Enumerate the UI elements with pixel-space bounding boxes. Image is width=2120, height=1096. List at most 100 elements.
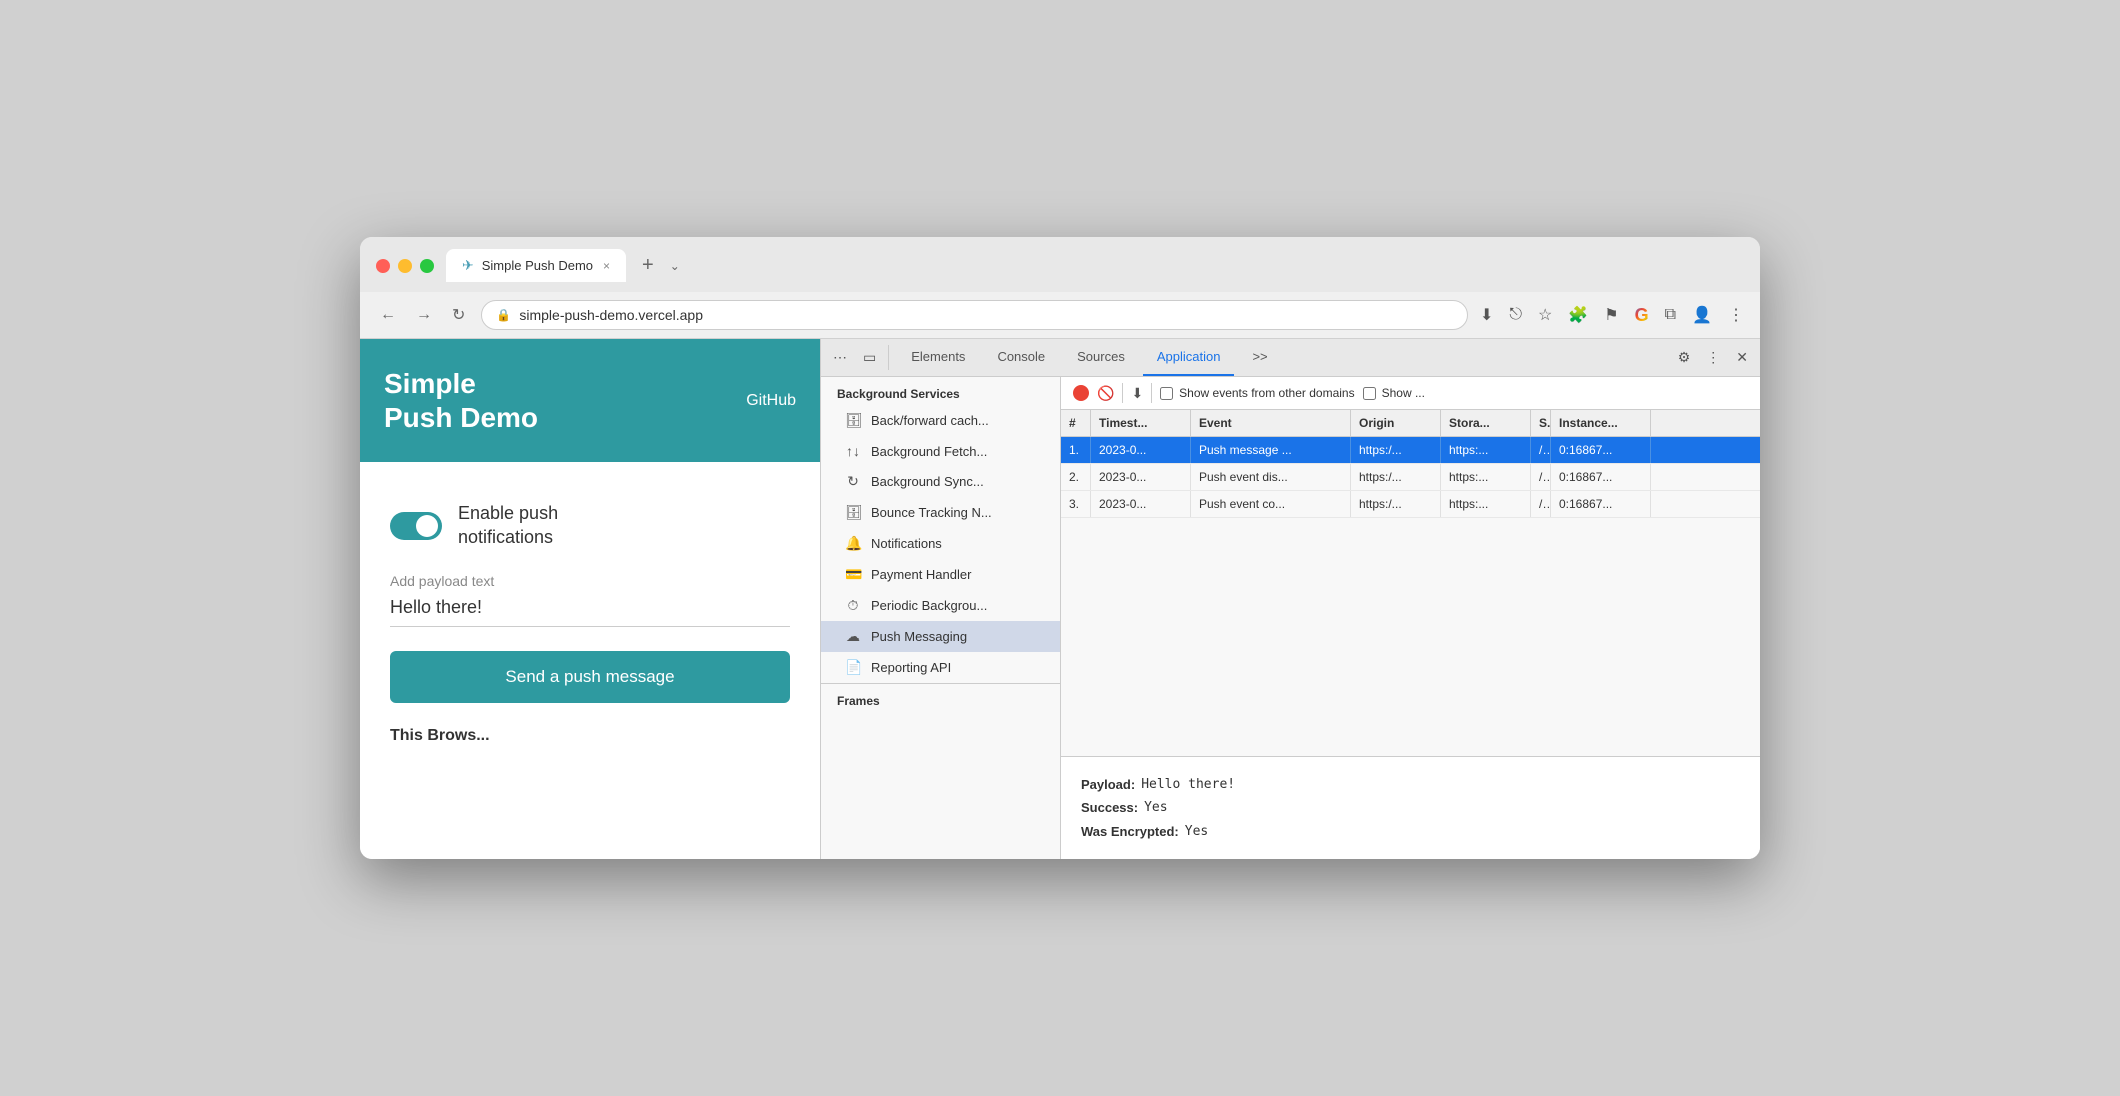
devtools-tabs: ⋯ ▭ Elements Console Sources Application…: [821, 339, 1760, 377]
new-tab-button[interactable]: +: [634, 250, 662, 281]
table-row[interactable]: 1. 2023-0... Push message ... https:/...…: [1061, 437, 1760, 464]
sidebar-item-notifications[interactable]: 🔔 Notifications: [821, 528, 1060, 559]
extensions-icon[interactable]: 🧩: [1568, 305, 1588, 325]
close-button[interactable]: [376, 259, 390, 273]
toggle-label: Enable push notifications: [458, 502, 558, 549]
bookmark-icon[interactable]: ☆: [1538, 305, 1552, 325]
cell-storage: https:...: [1441, 464, 1531, 490]
send-push-button[interactable]: Send a push message: [390, 651, 790, 703]
sidebar-item-push-messaging[interactable]: ☁ Push Messaging: [821, 621, 1060, 652]
devtools-events-toolbar: 🚫 ⬇ Show events from other domains Show …: [1061, 377, 1760, 410]
show-other-checkbox[interactable]: [1363, 387, 1376, 400]
cell-event: Push event co...: [1191, 491, 1351, 517]
flag-icon[interactable]: ⚑: [1604, 305, 1618, 325]
tab-close-button[interactable]: ×: [603, 259, 610, 273]
maximize-button[interactable]: [420, 259, 434, 273]
bounce-tracking-icon: 🗄: [845, 504, 861, 521]
github-link[interactable]: GitHub: [746, 392, 796, 410]
device-icon[interactable]: ▭: [859, 345, 880, 370]
header-s: S...: [1531, 410, 1551, 436]
header-instance: Instance...: [1551, 410, 1651, 436]
sidebar-item-payment-handler[interactable]: 💳 Payment Handler: [821, 559, 1060, 590]
payment-handler-icon: 💳: [845, 566, 861, 583]
show-events-checkbox-row[interactable]: Show events from other domains: [1160, 386, 1354, 400]
push-notifications-toggle[interactable]: [390, 512, 442, 540]
header-event: Event: [1191, 410, 1351, 436]
success-detail-value: Yes: [1144, 796, 1167, 819]
show-other-checkbox-row[interactable]: Show ...: [1363, 386, 1425, 400]
table-row[interactable]: 2. 2023-0... Push event dis... https:/..…: [1061, 464, 1760, 491]
encrypted-detail-row: Was Encrypted: Yes: [1081, 820, 1740, 843]
table-row[interactable]: 3. 2023-0... Push event co... https:/...…: [1061, 491, 1760, 518]
account-icon[interactable]: 👤: [1692, 305, 1712, 325]
site-header: Simple Push Demo GitHub: [360, 339, 820, 462]
show-other-label: Show ...: [1382, 386, 1425, 400]
sidebar-item-label-notifications: Notifications: [871, 536, 942, 551]
minimize-button[interactable]: [398, 259, 412, 273]
download-button[interactable]: ⬇: [1131, 385, 1143, 402]
devtools-menu-icon[interactable]: ⋮: [1702, 345, 1724, 370]
tab-dropdown-icon[interactable]: ⌄: [670, 259, 680, 273]
tab-application[interactable]: Application: [1143, 339, 1235, 376]
sidebar-item-label-push-messaging: Push Messaging: [871, 629, 967, 644]
sidebar-item-reporting-api[interactable]: 📄 Reporting API: [821, 652, 1060, 683]
cell-num: 2.: [1061, 464, 1091, 490]
encrypted-detail-value: Yes: [1185, 820, 1208, 843]
toggle-label-line2: notifications: [458, 526, 558, 549]
sidebar-item-background-fetch[interactable]: ↑↓ Background Fetch...: [821, 436, 1060, 466]
sidebar-item-periodic-background[interactable]: ⏱ Periodic Backgrou...: [821, 590, 1060, 621]
cell-instance: 0:16867...: [1551, 491, 1651, 517]
payload-input[interactable]: [390, 597, 790, 627]
sidebar-item-label-background-sync: Background Sync...: [871, 474, 984, 489]
sidebar-item-background-sync[interactable]: ↻ Background Sync...: [821, 466, 1060, 497]
tab-console[interactable]: Console: [983, 339, 1059, 376]
browser-tab[interactable]: ✈ Simple Push Demo ×: [446, 249, 626, 282]
notifications-icon: 🔔: [845, 535, 861, 552]
address-bar: ← → ↻ 🔒 simple-push-demo.vercel.app ⬇ ⎋ …: [360, 292, 1760, 339]
sidebar-item-label-reporting-api: Reporting API: [871, 660, 951, 675]
settings-icon[interactable]: ⚙: [1674, 345, 1695, 370]
back-button[interactable]: ←: [376, 302, 400, 328]
sidebar-item-label-background-fetch: Background Fetch...: [871, 444, 987, 459]
inspect-icon[interactable]: ⋯: [829, 345, 851, 370]
site-title-line1: Simple: [384, 367, 538, 401]
share-icon[interactable]: ⎋: [1509, 306, 1522, 324]
browser-toolbar-icons: ⬇ ⎋ ☆ 🧩 ⚑ G ⧉ 👤 ⋮: [1480, 305, 1744, 326]
toggle-row: Enable push notifications: [390, 502, 790, 549]
devtools-close-icon[interactable]: ✕: [1732, 345, 1752, 370]
show-events-checkbox[interactable]: [1160, 387, 1173, 400]
browser-window: ✈ Simple Push Demo × + ⌄ ← → ↻ 🔒 simple-…: [360, 237, 1760, 859]
sidebar-item-back-forward[interactable]: 🗄 Back/forward cach...: [821, 405, 1060, 436]
cell-timestamp: 2023-0...: [1091, 491, 1191, 517]
success-detail-key: Success:: [1081, 796, 1138, 819]
record-button[interactable]: [1073, 385, 1089, 401]
menu-icon[interactable]: ⋮: [1728, 305, 1744, 325]
tab-elements[interactable]: Elements: [897, 339, 979, 376]
sidebar-item-bounce-tracking[interactable]: 🗄 Bounce Tracking N...: [821, 497, 1060, 528]
split-icon[interactable]: ⧉: [1665, 306, 1676, 324]
devtools-sidebar: Background Services 🗄 Back/forward cach.…: [821, 377, 1061, 859]
sidebar-item-label-bounce-tracking: Bounce Tracking N...: [871, 505, 992, 520]
tab-more[interactable]: >>: [1238, 339, 1281, 376]
cell-origin: https:/...: [1351, 491, 1441, 517]
tab-sources[interactable]: Sources: [1063, 339, 1139, 376]
site-title-line2: Push Demo: [384, 401, 538, 435]
devtools-panel: ⋯ ▭ Elements Console Sources Application…: [820, 339, 1760, 859]
clear-button[interactable]: 🚫: [1097, 385, 1114, 402]
cell-event: Push event dis...: [1191, 464, 1351, 490]
cell-slash: /: [1531, 437, 1551, 463]
refresh-button[interactable]: ↻: [448, 301, 469, 329]
sidebar-item-label-back-forward: Back/forward cach...: [871, 413, 989, 428]
lock-icon: 🔒: [496, 308, 511, 322]
cell-origin: https:/...: [1351, 437, 1441, 463]
tab-icon: ✈: [462, 257, 474, 274]
periodic-background-icon: ⏱: [845, 597, 861, 614]
download-icon[interactable]: ⬇: [1480, 305, 1493, 325]
push-messaging-icon: ☁: [845, 628, 861, 645]
tab-title: Simple Push Demo: [482, 258, 593, 273]
payload-label: Add payload text: [390, 573, 790, 589]
cell-instance: 0:16867...: [1551, 437, 1651, 463]
forward-button[interactable]: →: [412, 302, 436, 328]
address-bar-input[interactable]: 🔒 simple-push-demo.vercel.app: [481, 300, 1468, 330]
encrypted-detail-key: Was Encrypted:: [1081, 820, 1179, 843]
